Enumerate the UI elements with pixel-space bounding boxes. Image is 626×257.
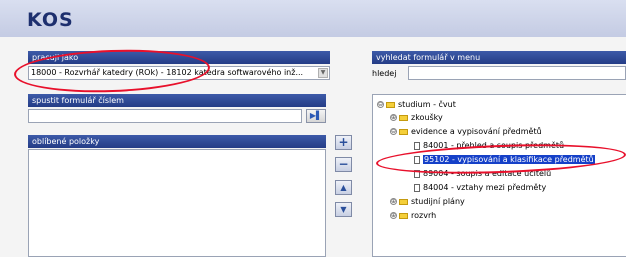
expand-icon[interactable]: ⊕ xyxy=(390,212,397,219)
collapse-icon[interactable]: ⊖ xyxy=(377,101,384,108)
folder-icon xyxy=(399,114,408,121)
form-number-input[interactable] xyxy=(28,109,302,123)
folder-icon xyxy=(399,212,408,219)
folder-icon xyxy=(399,128,408,135)
tree-node-label: studijní plány xyxy=(411,197,465,206)
folder-icon xyxy=(386,101,395,108)
expand-icon[interactable]: ⊕ xyxy=(390,198,397,205)
collapse-icon[interactable]: ⊖ xyxy=(390,128,397,135)
kos-logo: KOS xyxy=(27,9,74,31)
menu-search-input[interactable] xyxy=(408,66,626,80)
remove-favorite-button[interactable]: − xyxy=(335,157,352,172)
favorites-panel-header: oblíbené položky xyxy=(28,135,326,148)
expand-icon[interactable]: ⊕ xyxy=(390,114,397,121)
move-up-button[interactable]: ▲ xyxy=(335,180,352,195)
add-favorite-button[interactable]: + xyxy=(335,135,352,150)
tree-node-label: studium - čvut xyxy=(398,100,456,109)
form-icon xyxy=(414,183,420,192)
tree-node-label: rozvrh xyxy=(411,211,437,220)
form-number-panel-header: spustit formulář číslem xyxy=(28,94,326,107)
search-label: hledej xyxy=(372,69,397,78)
tree-node-84004[interactable]: 84004 - vztahy mezi předměty xyxy=(414,182,546,193)
tree-node-evidence[interactable]: ⊖ evidence a vypisování předmětů xyxy=(390,126,542,137)
chevron-down-icon[interactable]: ▼ xyxy=(318,68,328,78)
tree-node-label: 84004 - vztahy mezi předměty xyxy=(423,183,547,192)
menu-search-panel-header: vyhledat formulář v menu xyxy=(372,51,626,64)
tree-node-zkousky[interactable]: ⊕ zkoušky xyxy=(390,112,443,123)
tree-node-rozvrh[interactable]: ⊕ rozvrh xyxy=(390,210,436,221)
tree-node-label: zkoušky xyxy=(411,113,443,122)
tree-node-studium[interactable]: ⊖ studium - čvut xyxy=(377,99,456,110)
tree-node-plany[interactable]: ⊕ studijní plány xyxy=(390,196,465,207)
play-forward-icon: ▶▌ xyxy=(309,111,323,120)
run-form-button[interactable]: ▶▌ xyxy=(306,109,326,123)
move-down-button[interactable]: ▼ xyxy=(335,202,352,217)
folder-icon xyxy=(399,198,408,205)
tree-node-label: evidence a vypisování předmětů xyxy=(411,127,542,136)
favorites-list[interactable] xyxy=(28,149,326,257)
menu-tree: ⊖ studium - čvut ⊕ zkoušky ⊖ evidence a vyp… xyxy=(372,94,626,257)
form-icon xyxy=(414,141,420,150)
top-banner: KOS xyxy=(0,0,626,37)
